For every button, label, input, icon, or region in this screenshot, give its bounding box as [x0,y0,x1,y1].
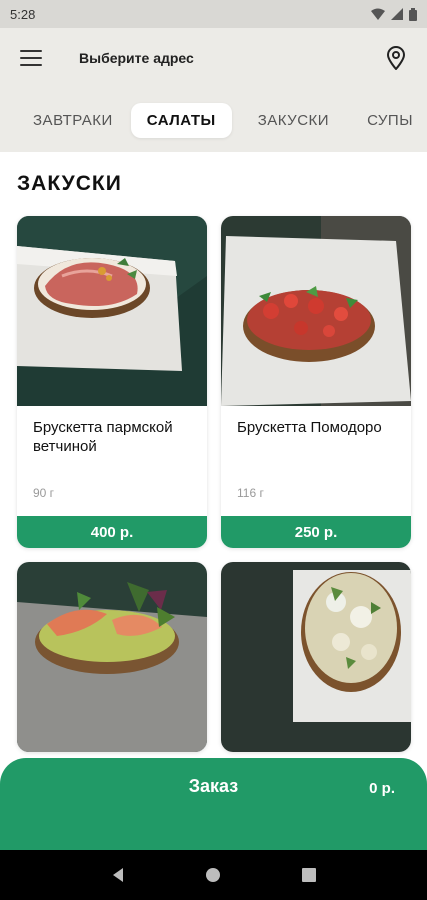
home-icon[interactable] [205,867,221,883]
wifi-icon [371,8,385,20]
product-image [221,562,411,752]
back-icon[interactable] [110,867,126,883]
section-title: ЗАКУСКИ [17,172,122,195]
product-card[interactable]: Брускетта Помодоро 116 г 250 р. [221,216,411,548]
order-bar[interactable]: Заказ 0 р. [0,758,427,850]
product-card[interactable]: Брускетта пармской ветчиной 90 г 400 р. [17,216,207,548]
product-image [221,216,411,406]
product-card[interactable] [221,562,411,752]
product-image [17,216,207,406]
hamburger-menu-icon[interactable] [20,50,42,66]
system-nav-bar [0,850,427,900]
price-button[interactable]: 400 р. [17,516,207,548]
product-name: Брускетта Помодоро [237,419,382,436]
tab-snacks[interactable]: ЗАКУСКИ [242,103,345,138]
product-image [17,562,207,752]
status-time: 5:28 [10,6,36,22]
signal-icon [391,8,403,20]
product-weight: 90 г [33,486,55,500]
tab-salads[interactable]: САЛАТЫ [130,102,232,138]
address-selector[interactable]: Выберите адрес [79,50,385,66]
tab-breakfasts[interactable]: ЗАВТРАКИ [17,103,129,138]
product-info: Брускетта Помодоро 116 г [221,406,411,516]
tab-soups[interactable]: СУПЫ [351,103,427,138]
product-name: Брускетта пармской ветчиной [33,419,173,455]
status-bar: 5:28 [0,0,427,28]
status-icons [371,7,417,21]
product-grid: Брускетта пармской ветчиной 90 г 400 р. … [17,216,411,752]
app-header: Выберите адрес [0,28,427,88]
price-button[interactable]: 250 р. [221,516,411,548]
order-total: 0 р. [369,780,395,797]
category-tabs: ЗАВТРАКИ САЛАТЫ ЗАКУСКИ СУПЫ [0,88,427,152]
product-info: Брускетта пармской ветчиной 90 г [17,406,207,516]
product-weight: 116 г [237,486,264,500]
battery-icon [409,7,417,21]
location-pin-icon[interactable] [385,46,407,70]
recents-icon[interactable] [301,867,317,883]
product-card[interactable] [17,562,207,752]
order-button-label: Заказ [188,776,239,796]
